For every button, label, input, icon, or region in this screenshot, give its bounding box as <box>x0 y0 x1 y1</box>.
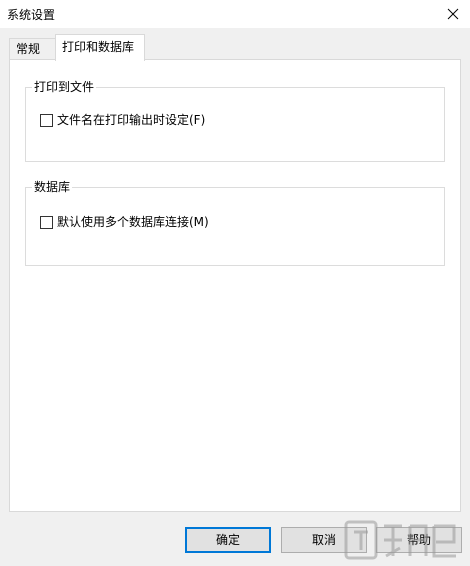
group-print-to-file: 打印到文件 文件名在打印输出时设定(F) <box>25 79 445 162</box>
close-button[interactable] <box>436 0 470 28</box>
tab-panel: 打印到文件 文件名在打印输出时设定(F) 数据库 默认使用多个数据库连接(M) <box>9 59 461 512</box>
ok-button-label: 确定 <box>215 533 240 547</box>
group-database: 数据库 默认使用多个数据库连接(M) <box>25 179 445 266</box>
tab-print-database-label: 打印和数据库 <box>62 40 135 54</box>
title-bar[interactable]: 系统设置 <box>0 0 470 28</box>
window-title: 系统设置 <box>7 8 56 22</box>
multi-db-checkbox[interactable] <box>40 215 53 229</box>
cancel-button-label: 取消 <box>311 533 336 547</box>
print-filename-label[interactable]: 文件名在打印输出时设定(F) <box>57 112 205 128</box>
multi-db-option[interactable]: 默认使用多个数据库连接(M) <box>40 214 209 230</box>
tab-general[interactable]: 常规 <box>9 38 56 60</box>
tab-general-label: 常规 <box>16 42 41 56</box>
ok-button[interactable]: 确定 <box>185 527 271 553</box>
multi-db-label[interactable]: 默认使用多个数据库连接(M) <box>57 214 209 230</box>
group-print-to-file-title: 打印到文件 <box>32 79 97 95</box>
settings-dialog: 系统设置 常规 打印和数据库 打印到文件 文件名在打印输出时设定(F) 数据库 <box>0 0 470 566</box>
close-icon <box>447 8 459 20</box>
watermark-logo-icon <box>344 520 456 560</box>
tab-print-database[interactable]: 打印和数据库 <box>55 34 145 61</box>
print-filename-option[interactable]: 文件名在打印输出时设定(F) <box>40 112 205 128</box>
print-filename-checkbox[interactable] <box>40 113 53 127</box>
group-database-title: 数据库 <box>32 179 73 195</box>
